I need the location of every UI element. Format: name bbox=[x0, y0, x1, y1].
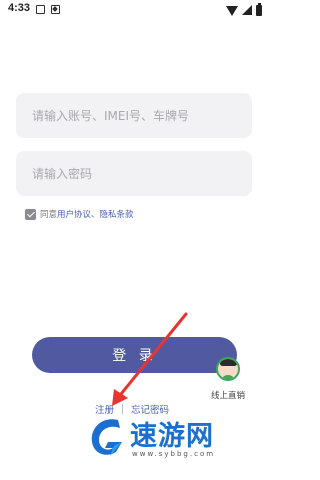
watermark-logo-icon bbox=[91, 419, 122, 456]
annotation-arrow-icon bbox=[112, 312, 188, 406]
watermark-site-name: 速游网 bbox=[130, 421, 214, 452]
watermark: 速游网 www.sybbg.com bbox=[84, 412, 264, 470]
watermark-url: www.sybbg.com bbox=[132, 450, 216, 458]
